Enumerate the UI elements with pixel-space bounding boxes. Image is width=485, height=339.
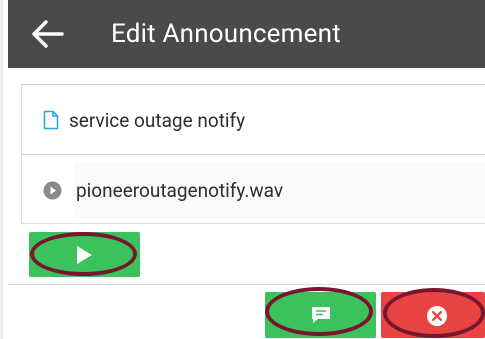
document-icon <box>43 110 59 130</box>
arrow-left-icon[interactable] <box>30 19 64 49</box>
page-edge <box>0 0 3 339</box>
play-button[interactable] <box>29 232 140 277</box>
play-circle-icon <box>43 181 62 200</box>
announcement-details-panel: service outage notify pioneeroutagenotif… <box>21 84 485 224</box>
announcement-name: service outage notify <box>69 109 246 132</box>
play-icon <box>77 246 92 264</box>
audio-file-name: pioneeroutagenotify.wav <box>76 179 284 202</box>
app-header: Edit Announcement <box>8 0 485 68</box>
cancel-button[interactable] <box>381 292 485 338</box>
cancel-circle-icon <box>427 306 447 326</box>
announcement-name-row[interactable]: service outage notify <box>22 85 485 155</box>
message-button[interactable] <box>265 292 376 338</box>
chat-bubble-icon <box>312 307 330 323</box>
page-title: Edit Announcement <box>111 19 341 49</box>
audio-file-row[interactable]: pioneeroutagenotify.wav <box>22 155 485 225</box>
